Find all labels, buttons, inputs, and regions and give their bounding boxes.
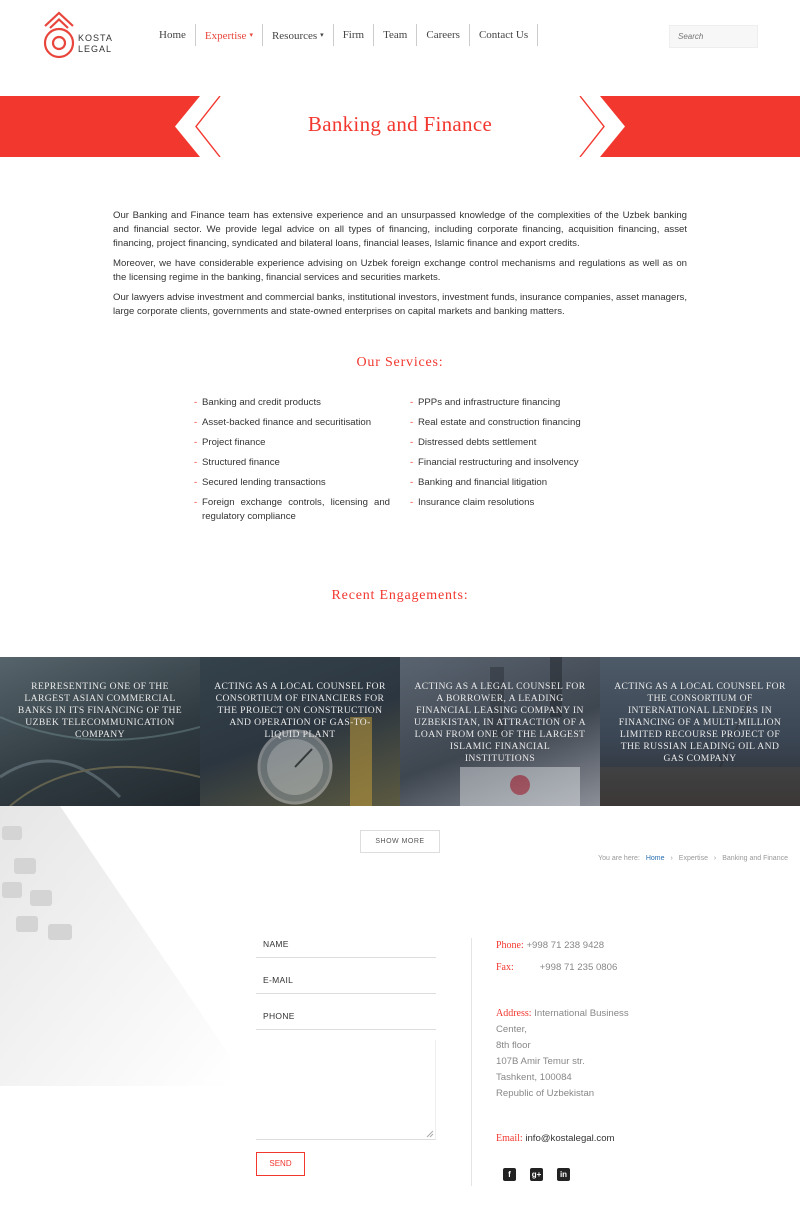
page-banner: Banking and Finance [0, 96, 800, 157]
message-textarea[interactable] [256, 1040, 436, 1140]
address-block: Address: International Business Center, … [496, 1006, 646, 1102]
list-item: Insurance claim resolutions [410, 496, 610, 510]
facebook-icon[interactable]: f [503, 1168, 516, 1181]
phone-label: Phone: [496, 940, 524, 951]
engagement-card-4[interactable]: Acting as a local counsel for the consor… [600, 657, 800, 806]
phone-row: Phone: +998 71 238 9428 [496, 938, 604, 954]
breadcrumb-current: Banking and Finance [722, 855, 788, 862]
nav-careers-label: Careers [426, 29, 460, 41]
logo-text: KOSTA LEGAL [78, 33, 113, 55]
services-title: Our Services: [356, 355, 444, 370]
address-line-5: Tashkent, 100084 [496, 1072, 572, 1083]
vertical-divider [471, 938, 472, 1186]
intro-text: Our Banking and Finance team has extensi… [113, 209, 687, 325]
main-nav: Home Expertise ▾ Resources ▾ Firm Team Car… [150, 24, 539, 46]
engagement-card-3[interactable]: Acting as a legal counsel for a borrower… [400, 657, 600, 806]
engagement-text-2: Acting as a local counsel for consortium… [214, 681, 386, 740]
logo[interactable]: KOSTA LEGAL [42, 10, 122, 62]
fax-value: +998 71 235 0806 [539, 962, 618, 973]
chevron-down-icon: ▾ [249, 31, 253, 39]
breadcrumb-prefix: You are here: [598, 855, 640, 862]
send-button[interactable]: SEND [256, 1152, 305, 1176]
list-item: Asset-backed finance and securitisation [194, 416, 390, 430]
chevron-down-icon: ▾ [320, 31, 324, 39]
breadcrumb-expertise[interactable]: Expertise [679, 855, 708, 862]
address-line-6: Republic of Uzbekistan [496, 1088, 595, 1099]
services-list-left: Banking and credit products Asset-backed… [194, 396, 390, 530]
engagement-text-4: Acting as a local counsel for the consor… [614, 681, 786, 764]
fax-label: Fax: [496, 962, 514, 973]
engagement-card-1[interactable]: Representing one of the largest Asian co… [0, 657, 200, 806]
google-plus-icon[interactable]: g+ [530, 1168, 543, 1181]
engagements-strip: Representing one of the largest Asian co… [0, 657, 800, 806]
name-field[interactable]: NAME [256, 932, 436, 958]
nav-careers[interactable]: Careers [417, 24, 470, 46]
list-item: Real estate and construction financing [410, 416, 610, 430]
phone-value[interactable]: +998 71 238 9428 [526, 940, 604, 951]
email-value[interactable]: info@kostalegal.com [525, 1133, 614, 1144]
contact-form: NAME E-MAIL PHONE [256, 932, 436, 1140]
nav-team-label: Team [383, 29, 408, 41]
nav-firm-label: Firm [342, 29, 365, 41]
list-item: Banking and credit products [194, 396, 390, 410]
list-item: Foreign exchange controls, licensing and… [194, 496, 390, 524]
list-item: PPPs and infrastructure financing [410, 396, 610, 410]
intro-paragraph-3: Our lawyers advise investment and commer… [113, 292, 687, 317]
list-item: Secured lending transactions [194, 476, 390, 490]
nav-expertise[interactable]: Expertise ▾ [196, 24, 263, 46]
engagement-text-3: Acting as a legal counsel for a borrower… [414, 681, 586, 764]
logo-line2: LEGAL [78, 44, 113, 54]
resize-handle-icon[interactable] [426, 1130, 434, 1138]
list-item: Project finance [194, 436, 390, 450]
fax-row: Fax: +998 71 235 0806 [496, 960, 617, 976]
address-label: Address: [496, 1008, 532, 1019]
linkedin-icon[interactable]: in [557, 1168, 570, 1181]
logo-mark-icon [43, 11, 75, 59]
nav-resources[interactable]: Resources ▾ [263, 24, 334, 46]
address-line-1: International Business [534, 1008, 629, 1019]
list-item: Distressed debts settlement [410, 436, 610, 450]
email-field[interactable]: E-MAIL [256, 968, 436, 994]
nav-team[interactable]: Team [374, 24, 418, 46]
engagement-card-2[interactable]: Acting as a local counsel for consortium… [200, 657, 400, 806]
nav-firm[interactable]: Firm [334, 24, 375, 46]
nav-expertise-label: Expertise [204, 30, 247, 42]
email-label: Email: [496, 1133, 523, 1144]
nav-contact-us-label: Contact Us [478, 29, 529, 41]
list-item: Banking and financial litigation [410, 476, 610, 490]
list-item: Structured finance [194, 456, 390, 470]
show-more-button[interactable]: SHOW MORE [360, 830, 440, 853]
logo-line1: KOSTA [78, 33, 113, 43]
breadcrumb-home[interactable]: Home [646, 855, 665, 862]
nav-home-label: Home [159, 29, 186, 41]
nav-resources-label: Resources [271, 30, 318, 42]
engagement-text-1: Representing one of the largest Asian co… [17, 681, 183, 740]
list-item: Financial restructuring and insolvency [410, 456, 610, 470]
nav-home[interactable]: Home [150, 24, 196, 46]
breadcrumb-separator: › [670, 855, 673, 862]
nav-contact-us[interactable]: Contact Us [470, 24, 539, 46]
page-title: Banking and Finance [307, 112, 493, 136]
search-input[interactable] [669, 25, 758, 48]
engagements-title: Recent Engagements: [331, 588, 469, 603]
phone-field[interactable]: PHONE [256, 1004, 436, 1030]
laptop-background-image [0, 806, 230, 1086]
address-line-2: Center, [496, 1024, 527, 1035]
address-line-4: 107B Amir Temur str. [496, 1056, 585, 1067]
site-header: KOSTA LEGAL Home Expertise ▾ Resources ▾ F… [0, 0, 800, 70]
address-line-3: 8th floor [496, 1040, 531, 1051]
services-list-right: PPPs and infrastructure financing Real e… [410, 396, 610, 516]
intro-paragraph-2: Moreover, we have considerable experienc… [113, 258, 687, 283]
email-row: Email: info@kostalegal.com [496, 1131, 615, 1147]
breadcrumb-separator: › [713, 855, 717, 862]
intro-paragraph-1: Our Banking and Finance team has extensi… [113, 210, 687, 249]
breadcrumb: You are here: Home › Expertise › Banking… [598, 855, 788, 862]
